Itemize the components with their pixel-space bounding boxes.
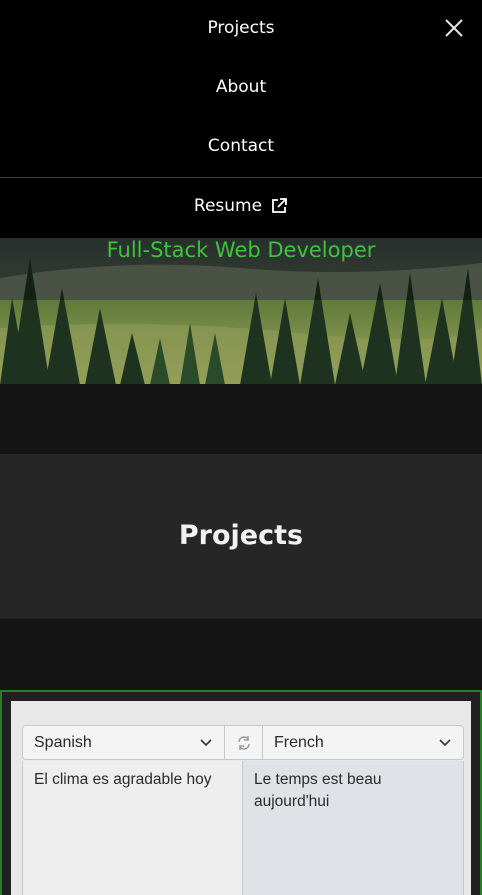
chevron-down-icon [200,739,212,747]
swap-icon [237,735,250,750]
external-link-icon [272,198,287,213]
source-language-select[interactable]: Spanish [23,726,224,759]
source-text-area[interactable]: El clima es agradable hoy [22,761,243,895]
translated-text-area: Le temps est beau aujourd'hui [243,761,464,895]
resume-label: Resume [193,196,263,216]
project-card[interactable]: Spanish French El clima es agradable hoy [0,690,482,895]
nav-link-about[interactable]: About [0,77,482,97]
nav-link-projects[interactable]: Projects [0,18,482,38]
project-preview: Spanish French El clima es agradable hoy [11,701,471,895]
section-spacer [0,384,482,454]
close-icon[interactable] [443,17,465,39]
swap-languages-button[interactable] [224,726,263,759]
source-language-value: Spanish [34,733,92,751]
language-selector-bar: Spanish French [22,725,464,760]
chevron-down-icon [439,739,451,747]
nav-link-contact[interactable]: Contact [0,136,482,156]
nav-divider [0,177,482,178]
hero-title: Full-Stack Web Developer [106,238,376,262]
section-spacer-2 [0,619,482,690]
target-language-select[interactable]: French [263,726,463,759]
nav-link-resume[interactable]: Resume [0,196,482,216]
target-language-value: French [274,733,324,751]
projects-heading: Projects [178,520,304,551]
mobile-nav-menu: Projects About Contact Resume [0,0,482,238]
